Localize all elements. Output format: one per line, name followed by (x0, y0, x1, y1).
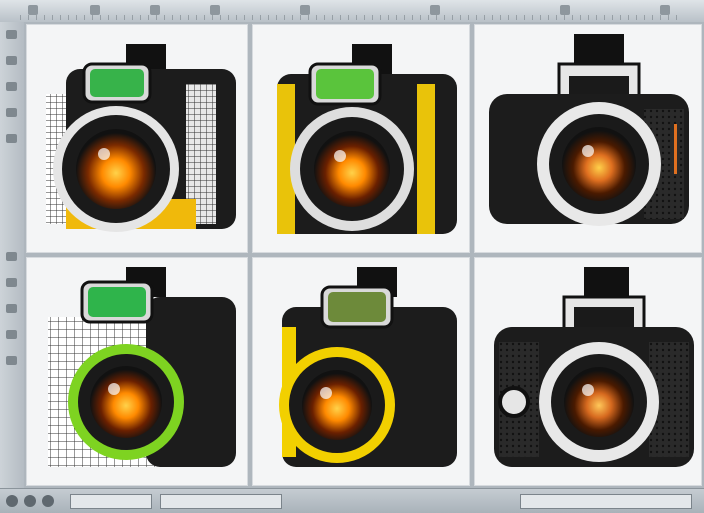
right-trim (417, 84, 435, 234)
lens-glint (320, 387, 332, 399)
toolbox-tool[interactable] (6, 56, 17, 65)
camera-tile-3[interactable] (474, 24, 702, 253)
toolbox-tool[interactable] (6, 330, 17, 339)
toolbox-tool[interactable] (6, 82, 17, 91)
toolbar-tool[interactable] (560, 5, 570, 15)
camera-tile-4[interactable] (26, 257, 248, 486)
camera-5-illustration (279, 267, 457, 467)
toolbox-tool[interactable] (6, 252, 17, 261)
toolbox-tool[interactable] (6, 30, 17, 39)
prism-window (574, 307, 634, 327)
canvas[interactable] (24, 22, 704, 488)
toolbar-tool[interactable] (300, 5, 310, 15)
top-toolbar (0, 0, 704, 23)
toolbox-tool[interactable] (6, 108, 17, 117)
toolbar-tool[interactable] (210, 5, 220, 15)
status-circle-button[interactable] (24, 495, 36, 507)
lens-glass (76, 129, 156, 209)
lens-glint (108, 383, 120, 395)
lens-glint (582, 145, 594, 157)
status-circle-button[interactable] (6, 495, 18, 507)
toolbar-tool[interactable] (430, 5, 440, 15)
status-field (520, 494, 692, 509)
status-field (70, 494, 152, 509)
toolbox-tool[interactable] (6, 304, 17, 313)
lens-glass (90, 366, 162, 438)
camera-4-illustration (48, 267, 236, 467)
viewfinder-glass (88, 287, 146, 317)
camera-tile-1[interactable] (26, 24, 248, 253)
camera-6-illustration (494, 267, 694, 467)
toolbox-tool[interactable] (6, 356, 17, 365)
lens-glint (582, 384, 594, 396)
camera-3-illustration (489, 34, 689, 226)
horizontal-ruler (20, 15, 684, 20)
lens-glass (564, 367, 634, 437)
status-field (160, 494, 282, 509)
toolbar-tool[interactable] (90, 5, 100, 15)
viewfinder-glass (328, 292, 386, 322)
toolbar-tool[interactable] (660, 5, 670, 15)
lens-glass (302, 370, 372, 440)
lens-glint (98, 148, 110, 160)
status-bar (0, 488, 704, 513)
camera-tile-5[interactable] (252, 257, 470, 486)
toolbox-tool[interactable] (6, 134, 17, 143)
accent-strip (674, 124, 677, 174)
lens-glass (314, 131, 390, 207)
status-circle-button[interactable] (42, 495, 54, 507)
lens-glass (562, 127, 636, 201)
camera-tile-2[interactable] (252, 24, 470, 253)
toolbox-tool[interactable] (6, 278, 17, 287)
toolbar-tool[interactable] (150, 5, 160, 15)
camera-tile-6[interactable] (474, 257, 702, 486)
lens-glint (334, 150, 346, 162)
side-dial (498, 386, 530, 418)
camera-1-illustration (46, 44, 236, 232)
left-toolbox (0, 22, 25, 488)
viewfinder-glass (316, 69, 374, 99)
camera-2-illustration (277, 44, 457, 234)
viewfinder-glass (90, 69, 144, 97)
toolbar-tool[interactable] (28, 5, 38, 15)
